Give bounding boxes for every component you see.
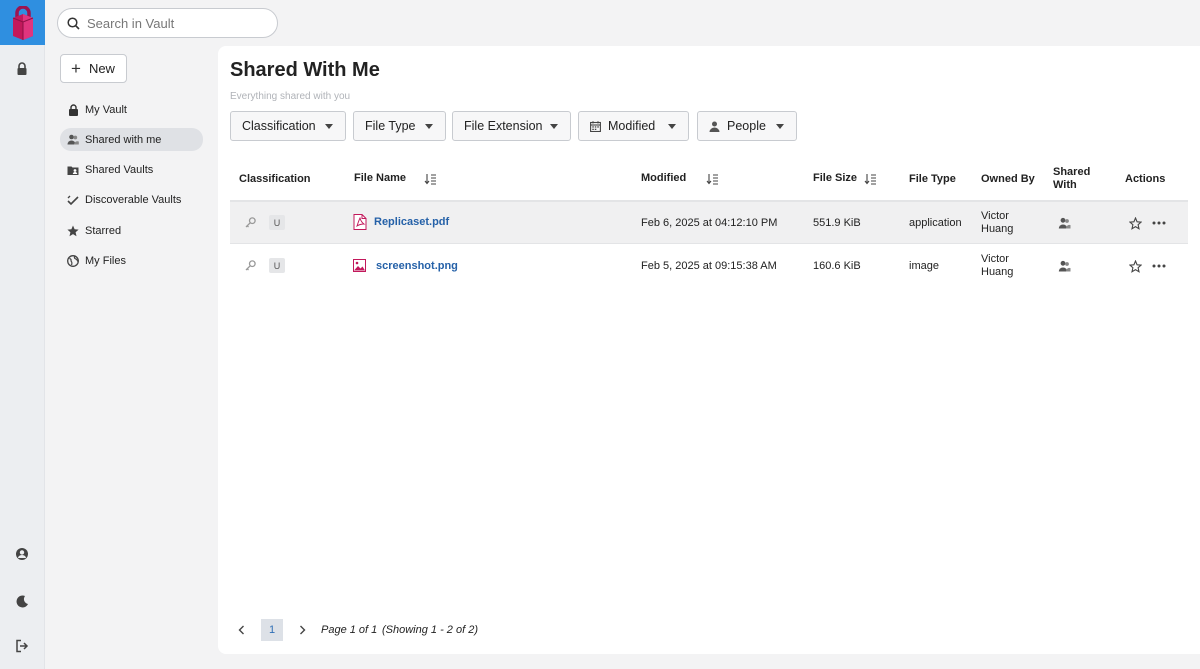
star-outline-icon[interactable] [1129, 217, 1142, 230]
key-icon[interactable] [245, 217, 256, 228]
pdf-icon [353, 214, 367, 230]
page-indicator: Page 1 of 1 [321, 624, 378, 636]
sidebar-item-starred[interactable]: Starred [60, 219, 203, 242]
sidebar-item-label: My Vault [85, 103, 127, 116]
caret-down-icon [776, 124, 784, 129]
plus-icon: + [71, 59, 81, 78]
app-logo[interactable] [0, 0, 45, 45]
sidebar-item-label: My Files [85, 254, 126, 267]
sidebar-item-label: Shared with me [85, 133, 162, 146]
sort-icon[interactable] [706, 173, 719, 185]
filter-people[interactable]: People [697, 111, 797, 141]
page-title: Shared With Me [230, 59, 380, 81]
sidebar-item-label: Shared Vaults [85, 164, 154, 177]
column-file-name[interactable]: File Name [354, 172, 406, 185]
caret-down-icon [550, 124, 558, 129]
page-number-button[interactable]: 1 [261, 619, 283, 641]
more-options-icon[interactable] [1152, 221, 1166, 225]
table-header: Classification File Name Modified File S… [230, 158, 1188, 202]
filter-label: File Type [365, 119, 416, 133]
new-button-label: New [88, 61, 115, 76]
file-size: 551.9 KiB [813, 217, 861, 229]
vault-lock-icon[interactable] [13, 59, 31, 77]
search-input[interactable] [87, 15, 257, 31]
file-name-link[interactable]: screenshot.png [376, 260, 458, 272]
vault-logo-icon [12, 5, 33, 40]
modified-date: Feb 6, 2025 at 04:12:10 PM [641, 217, 778, 229]
modified-date: Feb 5, 2025 at 09:15:38 AM [641, 260, 777, 272]
column-file-type[interactable]: File Type [909, 173, 956, 186]
shared-folder-icon [67, 164, 79, 176]
calendar-icon [590, 120, 601, 132]
star-outline-icon[interactable] [1129, 260, 1142, 273]
column-modified[interactable]: Modified [641, 172, 686, 185]
sidebar-item-my-vault[interactable]: My Vault [60, 98, 203, 121]
key-icon[interactable] [245, 260, 256, 271]
dark-mode-icon[interactable] [13, 592, 31, 610]
search-bar[interactable] [57, 8, 278, 38]
new-button[interactable]: + New [60, 54, 127, 83]
filter-label: People [727, 119, 766, 133]
file-name-link[interactable]: Replicaset.pdf [374, 216, 449, 228]
filter-label: File Extension [464, 119, 543, 133]
column-shared-with[interactable]: Shared With [1053, 166, 1097, 192]
people-icon [67, 134, 79, 146]
column-owned-by[interactable]: Owned By [981, 173, 1035, 186]
file-type: application [909, 217, 962, 229]
sort-icon[interactable] [864, 173, 877, 185]
sidebar-item-shared-vaults[interactable]: Shared Vaults [60, 159, 203, 182]
caret-down-icon [668, 124, 676, 129]
more-options-icon[interactable] [1152, 264, 1166, 268]
filter-label: Classification [242, 119, 316, 133]
shared-users-icon[interactable] [1058, 260, 1071, 272]
account-icon[interactable] [13, 545, 31, 563]
sidebar-nav: My Vault Shared with me Shared Vaults Di… [60, 98, 203, 280]
file-size: 160.6 KiB [813, 260, 861, 272]
classification-badge: U [269, 215, 285, 230]
filter-file-type[interactable]: File Type [353, 111, 446, 141]
classification-badge: U [269, 258, 285, 273]
caret-down-icon [425, 124, 433, 129]
main-panel: Shared With Me Everything shared with yo… [218, 46, 1200, 654]
discover-icon [67, 194, 79, 206]
filter-modified[interactable]: Modified [578, 111, 689, 141]
table-row[interactable]: U screenshot.png Feb 5, 2025 at 09:15:38… [230, 245, 1188, 287]
sidebar-item-label: Discoverable Vaults [85, 194, 182, 207]
lock-icon [67, 103, 79, 116]
shared-users-icon[interactable] [1058, 217, 1071, 229]
showing-count: (Showing 1 - 2 of 2) [382, 624, 478, 636]
image-icon [353, 259, 366, 272]
logout-icon[interactable] [13, 637, 31, 655]
chevron-left-icon[interactable] [238, 625, 245, 635]
sidebar-item-shared-with-me[interactable]: Shared with me [60, 128, 203, 152]
sidebar-item-label: Starred [85, 224, 122, 237]
filter-label: Modified [608, 119, 656, 133]
owner-name: Victor Huang [981, 253, 1014, 278]
table-row[interactable]: U Replicaset.pdf Feb 6, 2025 at 04:12:10… [230, 202, 1188, 244]
chevron-right-icon[interactable] [299, 625, 306, 635]
filter-classification[interactable]: Classification [230, 111, 346, 141]
owner-name: Victor Huang [981, 210, 1014, 235]
globe-icon [67, 255, 79, 267]
left-rail [0, 0, 45, 669]
file-type: image [909, 260, 939, 272]
sidebar-item-discoverable-vaults[interactable]: Discoverable Vaults [60, 189, 203, 212]
column-classification[interactable]: Classification [239, 173, 311, 186]
search-icon [67, 16, 80, 30]
star-icon [67, 225, 79, 237]
column-actions: Actions [1125, 173, 1166, 185]
sidebar-item-my-files[interactable]: My Files [60, 249, 203, 272]
sort-icon[interactable] [424, 173, 437, 185]
caret-down-icon [325, 124, 333, 129]
page-subtitle: Everything shared with you [230, 91, 351, 102]
filter-file-extension[interactable]: File Extension [452, 111, 571, 141]
column-file-size[interactable]: File Size [813, 172, 857, 185]
person-icon [709, 121, 720, 132]
